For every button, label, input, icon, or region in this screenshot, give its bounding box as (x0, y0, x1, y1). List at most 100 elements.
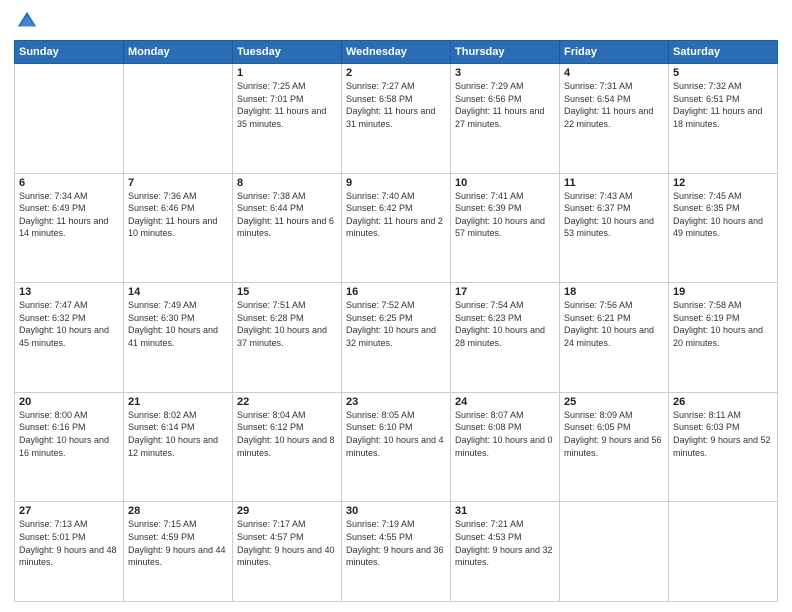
calendar-cell: 10Sunrise: 7:41 AM Sunset: 6:39 PM Dayli… (451, 173, 560, 283)
day-number: 1 (237, 67, 337, 79)
day-number: 25 (564, 396, 664, 408)
day-info: Sunrise: 8:04 AM Sunset: 6:12 PM Dayligh… (237, 409, 337, 459)
weekday-header-saturday: Saturday (669, 41, 778, 64)
day-info: Sunrise: 7:43 AM Sunset: 6:37 PM Dayligh… (564, 190, 664, 240)
calendar-cell: 13Sunrise: 7:47 AM Sunset: 6:32 PM Dayli… (15, 283, 124, 393)
calendar-cell: 19Sunrise: 7:58 AM Sunset: 6:19 PM Dayli… (669, 283, 778, 393)
day-info: Sunrise: 8:11 AM Sunset: 6:03 PM Dayligh… (673, 409, 773, 459)
calendar-week-2: 6Sunrise: 7:34 AM Sunset: 6:49 PM Daylig… (15, 173, 778, 283)
day-info: Sunrise: 7:56 AM Sunset: 6:21 PM Dayligh… (564, 299, 664, 349)
day-info: Sunrise: 7:54 AM Sunset: 6:23 PM Dayligh… (455, 299, 555, 349)
day-info: Sunrise: 7:38 AM Sunset: 6:44 PM Dayligh… (237, 190, 337, 240)
calendar-cell: 31Sunrise: 7:21 AM Sunset: 4:53 PM Dayli… (451, 502, 560, 602)
day-number: 11 (564, 177, 664, 189)
calendar-week-3: 13Sunrise: 7:47 AM Sunset: 6:32 PM Dayli… (15, 283, 778, 393)
weekday-header-friday: Friday (560, 41, 669, 64)
calendar-cell: 9Sunrise: 7:40 AM Sunset: 6:42 PM Daylig… (342, 173, 451, 283)
day-info: Sunrise: 7:27 AM Sunset: 6:58 PM Dayligh… (346, 80, 446, 130)
calendar-cell: 2Sunrise: 7:27 AM Sunset: 6:58 PM Daylig… (342, 64, 451, 174)
calendar-cell: 25Sunrise: 8:09 AM Sunset: 6:05 PM Dayli… (560, 392, 669, 502)
calendar-cell: 3Sunrise: 7:29 AM Sunset: 6:56 PM Daylig… (451, 64, 560, 174)
calendar-cell: 24Sunrise: 8:07 AM Sunset: 6:08 PM Dayli… (451, 392, 560, 502)
day-info: Sunrise: 7:36 AM Sunset: 6:46 PM Dayligh… (128, 190, 228, 240)
day-info: Sunrise: 7:29 AM Sunset: 6:56 PM Dayligh… (455, 80, 555, 130)
day-info: Sunrise: 7:40 AM Sunset: 6:42 PM Dayligh… (346, 190, 446, 240)
day-info: Sunrise: 8:09 AM Sunset: 6:05 PM Dayligh… (564, 409, 664, 459)
calendar-cell: 18Sunrise: 7:56 AM Sunset: 6:21 PM Dayli… (560, 283, 669, 393)
day-number: 30 (346, 505, 446, 517)
logo (14, 10, 38, 32)
day-info: Sunrise: 7:45 AM Sunset: 6:35 PM Dayligh… (673, 190, 773, 240)
day-info: Sunrise: 7:58 AM Sunset: 6:19 PM Dayligh… (673, 299, 773, 349)
calendar-table: SundayMondayTuesdayWednesdayThursdayFrid… (14, 40, 778, 602)
calendar-cell: 29Sunrise: 7:17 AM Sunset: 4:57 PM Dayli… (233, 502, 342, 602)
day-info: Sunrise: 7:31 AM Sunset: 6:54 PM Dayligh… (564, 80, 664, 130)
header (14, 10, 778, 32)
calendar-cell: 16Sunrise: 7:52 AM Sunset: 6:25 PM Dayli… (342, 283, 451, 393)
day-number: 14 (128, 286, 228, 298)
weekday-header-sunday: Sunday (15, 41, 124, 64)
calendar-cell: 21Sunrise: 8:02 AM Sunset: 6:14 PM Dayli… (124, 392, 233, 502)
day-number: 23 (346, 396, 446, 408)
day-info: Sunrise: 7:47 AM Sunset: 6:32 PM Dayligh… (19, 299, 119, 349)
day-number: 24 (455, 396, 555, 408)
day-number: 19 (673, 286, 773, 298)
calendar-cell: 27Sunrise: 7:13 AM Sunset: 5:01 PM Dayli… (15, 502, 124, 602)
day-number: 8 (237, 177, 337, 189)
calendar-cell: 12Sunrise: 7:45 AM Sunset: 6:35 PM Dayli… (669, 173, 778, 283)
calendar-cell (124, 64, 233, 174)
calendar-cell: 26Sunrise: 8:11 AM Sunset: 6:03 PM Dayli… (669, 392, 778, 502)
day-number: 15 (237, 286, 337, 298)
day-info: Sunrise: 7:15 AM Sunset: 4:59 PM Dayligh… (128, 518, 228, 568)
day-number: 20 (19, 396, 119, 408)
day-info: Sunrise: 8:05 AM Sunset: 6:10 PM Dayligh… (346, 409, 446, 459)
calendar-cell: 6Sunrise: 7:34 AM Sunset: 6:49 PM Daylig… (15, 173, 124, 283)
day-info: Sunrise: 7:51 AM Sunset: 6:28 PM Dayligh… (237, 299, 337, 349)
day-number: 16 (346, 286, 446, 298)
day-number: 7 (128, 177, 228, 189)
day-number: 4 (564, 67, 664, 79)
weekday-header-monday: Monday (124, 41, 233, 64)
day-number: 3 (455, 67, 555, 79)
day-number: 29 (237, 505, 337, 517)
weekday-header-thursday: Thursday (451, 41, 560, 64)
day-number: 18 (564, 286, 664, 298)
weekday-header-wednesday: Wednesday (342, 41, 451, 64)
day-number: 26 (673, 396, 773, 408)
day-info: Sunrise: 7:17 AM Sunset: 4:57 PM Dayligh… (237, 518, 337, 568)
day-info: Sunrise: 7:25 AM Sunset: 7:01 PM Dayligh… (237, 80, 337, 130)
calendar-cell: 7Sunrise: 7:36 AM Sunset: 6:46 PM Daylig… (124, 173, 233, 283)
day-number: 6 (19, 177, 119, 189)
day-number: 5 (673, 67, 773, 79)
calendar-week-5: 27Sunrise: 7:13 AM Sunset: 5:01 PM Dayli… (15, 502, 778, 602)
day-info: Sunrise: 7:41 AM Sunset: 6:39 PM Dayligh… (455, 190, 555, 240)
main-container: SundayMondayTuesdayWednesdayThursdayFrid… (0, 0, 792, 612)
calendar-cell: 5Sunrise: 7:32 AM Sunset: 6:51 PM Daylig… (669, 64, 778, 174)
calendar-cell (669, 502, 778, 602)
day-number: 22 (237, 396, 337, 408)
weekday-header-tuesday: Tuesday (233, 41, 342, 64)
calendar-cell: 23Sunrise: 8:05 AM Sunset: 6:10 PM Dayli… (342, 392, 451, 502)
day-number: 27 (19, 505, 119, 517)
day-info: Sunrise: 7:34 AM Sunset: 6:49 PM Dayligh… (19, 190, 119, 240)
calendar-cell: 20Sunrise: 8:00 AM Sunset: 6:16 PM Dayli… (15, 392, 124, 502)
day-number: 12 (673, 177, 773, 189)
calendar-cell: 30Sunrise: 7:19 AM Sunset: 4:55 PM Dayli… (342, 502, 451, 602)
day-info: Sunrise: 8:00 AM Sunset: 6:16 PM Dayligh… (19, 409, 119, 459)
day-number: 21 (128, 396, 228, 408)
calendar-week-1: 1Sunrise: 7:25 AM Sunset: 7:01 PM Daylig… (15, 64, 778, 174)
day-number: 13 (19, 286, 119, 298)
day-info: Sunrise: 8:07 AM Sunset: 6:08 PM Dayligh… (455, 409, 555, 459)
calendar-cell: 22Sunrise: 8:04 AM Sunset: 6:12 PM Dayli… (233, 392, 342, 502)
day-info: Sunrise: 7:19 AM Sunset: 4:55 PM Dayligh… (346, 518, 446, 568)
weekday-header-row: SundayMondayTuesdayWednesdayThursdayFrid… (15, 41, 778, 64)
calendar-cell: 28Sunrise: 7:15 AM Sunset: 4:59 PM Dayli… (124, 502, 233, 602)
day-number: 9 (346, 177, 446, 189)
calendar-cell: 1Sunrise: 7:25 AM Sunset: 7:01 PM Daylig… (233, 64, 342, 174)
day-number: 17 (455, 286, 555, 298)
day-info: Sunrise: 7:32 AM Sunset: 6:51 PM Dayligh… (673, 80, 773, 130)
calendar-cell: 14Sunrise: 7:49 AM Sunset: 6:30 PM Dayli… (124, 283, 233, 393)
day-info: Sunrise: 8:02 AM Sunset: 6:14 PM Dayligh… (128, 409, 228, 459)
calendar-cell (560, 502, 669, 602)
calendar-cell: 4Sunrise: 7:31 AM Sunset: 6:54 PM Daylig… (560, 64, 669, 174)
